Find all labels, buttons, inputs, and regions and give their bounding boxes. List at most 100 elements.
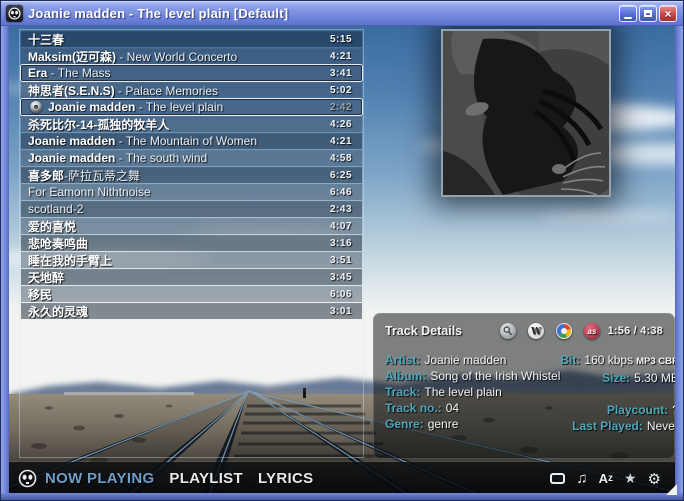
sort-az-icon[interactable]: Az: [599, 472, 613, 485]
view-tabs: NOW PLAYING PLAYLIST LYRICS: [45, 470, 313, 487]
track-field: Size:5.30 MB: [560, 370, 677, 386]
field-label: Album:: [385, 369, 426, 383]
song-label: 十三春: [28, 31, 322, 47]
field-label: Genre:: [385, 417, 424, 431]
song-artist: 杀死比尔-14-孤独的牧羊人: [28, 118, 169, 132]
song-label: 喜多郎-萨拉瓦蒂之舞: [28, 167, 322, 183]
track-field: Artist: Joanie madden: [385, 352, 560, 368]
playlist-row[interactable]: 移民 6:06: [21, 286, 362, 302]
playlist-row[interactable]: For Eamonn Nithtnoise 6:46: [21, 184, 362, 200]
song-duration: 4:21: [330, 136, 352, 147]
resize-grip[interactable]: [666, 484, 677, 495]
song-label: Joanie madden - The south wind: [28, 151, 322, 165]
settings-gear-icon[interactable]: ⚙: [648, 470, 661, 488]
song-label: For Eamonn Nithtnoise: [28, 185, 322, 199]
favorites-star-icon[interactable]: ★: [624, 470, 637, 487]
song-artist: 十三春: [28, 33, 64, 47]
playlist-row[interactable]: 杀死比尔-14-孤独的牧羊人 4:26: [21, 116, 362, 132]
player-logo-icon[interactable]: [18, 469, 37, 488]
lastfm-icon[interactable]: as: [584, 323, 600, 339]
playlist-row[interactable]: 十三春 5:15: [21, 31, 362, 47]
playlist-row[interactable]: Era - The Mass 3:41: [21, 65, 362, 81]
close-button[interactable]: ×: [659, 5, 677, 22]
song-duration: 3:01: [330, 306, 352, 317]
song-artist: Joanie madden: [28, 151, 115, 165]
svg-text:as: as: [588, 327, 597, 336]
song-title: - Palace Memories: [115, 84, 218, 98]
bottom-bar: NOW PLAYING PLAYLIST LYRICS ♫ Az ★ ⚙: [9, 462, 677, 495]
playlist-row[interactable]: 睡在我的手臂上 3:51: [21, 252, 362, 268]
minimize-button[interactable]: [619, 5, 637, 22]
song-duration: 5:15: [330, 34, 352, 45]
playlist-row[interactable]: 爱的喜悦 4:07: [21, 218, 362, 234]
song-artist: 移民: [28, 288, 52, 302]
track-field: Track: The level plain: [385, 384, 560, 400]
wikipedia-icon[interactable]: W: [528, 323, 544, 339]
song-label: 杀死比尔-14-孤独的牧羊人: [28, 116, 322, 132]
playlist-row[interactable]: 天地醉 3:45: [21, 269, 362, 285]
song-artist: 睡在我的手臂上: [28, 254, 112, 268]
window-border-left: [1, 26, 9, 500]
song-title: For Eamonn Nithtnoise: [28, 185, 151, 199]
song-artist: Joanie madden: [48, 100, 135, 114]
field-label: Size:: [602, 371, 630, 385]
field-value: The level plain: [424, 385, 501, 399]
song-label: Maksim(迈可森) - New World Concerto: [28, 48, 322, 64]
field-value: genre: [428, 417, 459, 431]
song-artist: Maksim(迈可森): [28, 50, 116, 64]
song-label: 爱的喜悦: [28, 218, 322, 234]
song-duration: 3:45: [330, 272, 352, 283]
song-label: Joanie madden - The level plain: [48, 100, 322, 114]
song-artist: Era: [28, 66, 47, 80]
song-title: - The Mass: [47, 66, 110, 80]
song-label: 永久的灵魂: [28, 303, 322, 319]
playlist-row[interactable]: Joanie madden - The level plain 2:42: [21, 99, 362, 115]
song-artist: 喜多郎: [28, 169, 64, 183]
song-duration: 6:06: [330, 289, 352, 300]
song-title: - The Mountain of Women: [115, 134, 257, 148]
track-fields-left: Artist: Joanie madden Album: Song of the I…: [385, 352, 560, 434]
tab-lyrics[interactable]: LYRICS: [258, 470, 313, 487]
playlist-row[interactable]: 喜多郎-萨拉瓦蒂之舞 6:25: [21, 167, 362, 183]
track-details-title: Track Details: [385, 324, 462, 338]
playlist: 十三春 5:15 Maksim(迈可森) - New World Concert…: [21, 31, 362, 320]
song-duration: 4:58: [330, 153, 352, 164]
song-duration: 4:07: [330, 221, 352, 232]
track-field: Track no.:04: [385, 400, 560, 416]
field-value: Song of the Irish Whistel: [430, 369, 560, 383]
playlist-row[interactable]: scotland-2 2:43: [21, 201, 362, 217]
song-label: 睡在我的手臂上: [28, 252, 322, 268]
window-controls: ×: [619, 5, 677, 22]
track-details-panel: Track Details W as 1:56 / 4:38: [373, 313, 675, 459]
tab-now-playing[interactable]: NOW PLAYING: [45, 470, 154, 487]
field-value: 160 kbps: [584, 353, 633, 367]
song-label: scotland-2: [28, 202, 322, 216]
song-title: - New World Concerto: [116, 50, 237, 64]
song-duration: 4:26: [330, 119, 352, 130]
playlist-row[interactable]: 永久的灵魂 3:01: [21, 303, 362, 319]
field-label: Playcount:: [607, 403, 668, 417]
album-art: [441, 29, 611, 197]
maximize-button[interactable]: [639, 5, 657, 22]
window-border-bottom: [1, 493, 683, 500]
google-icon[interactable]: [556, 323, 572, 339]
field-value: Joanie madden: [424, 353, 506, 367]
tab-playlist[interactable]: PLAYLIST: [169, 470, 243, 487]
playlist-row[interactable]: 悲呛奏鸣曲 3:16: [21, 235, 362, 251]
field-label: Bit:: [560, 353, 580, 367]
field-label: Track:: [385, 385, 420, 399]
song-artist: 悲呛奏鸣曲: [28, 237, 88, 251]
playlist-row[interactable]: Maksim(迈可森) - New World Concerto 4:21: [21, 48, 362, 64]
playlist-row[interactable]: Joanie madden - The Mountain of Women 4:…: [21, 133, 362, 149]
display-icon[interactable]: [550, 473, 565, 484]
playlist-row[interactable]: 神思者(S.E.N.S) - Palace Memories 5:02: [21, 82, 362, 98]
song-label: 神思者(S.E.N.S) - Palace Memories: [28, 82, 322, 98]
search-icon[interactable]: [500, 323, 516, 339]
playlist-row[interactable]: Joanie madden - The south wind 4:58: [21, 150, 362, 166]
song-title: scotland-2: [28, 202, 83, 216]
music-note-icon[interactable]: ♫: [576, 470, 587, 487]
song-label: 天地醉: [28, 269, 322, 285]
song-duration: 5:02: [330, 85, 352, 96]
field-label: Artist:: [385, 353, 420, 367]
titlebar[interactable]: Joanie madden - The level plain [Default…: [1, 1, 683, 26]
